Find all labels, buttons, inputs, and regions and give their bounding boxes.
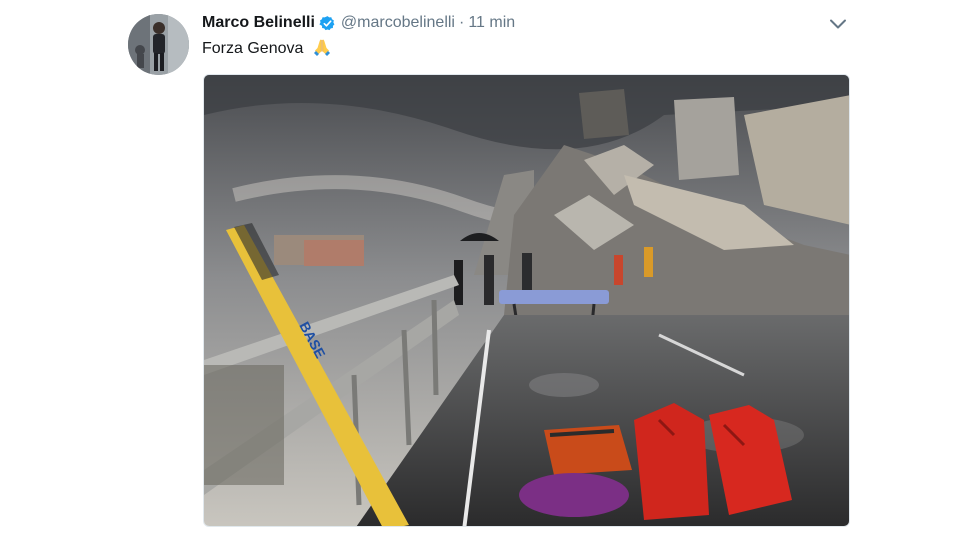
header-separator: · — [458, 14, 465, 31]
folded-hands-emoji — [312, 38, 332, 56]
author-handle[interactable]: @marcobelinelli — [341, 14, 455, 32]
chevron-down-icon[interactable] — [829, 17, 847, 29]
tweet-card[interactable]: Marco Belinelli @marcobelinelli · 11 min… — [0, 0, 978, 543]
tweet-text: Forza Genova — [202, 38, 332, 58]
verified-badge-icon — [319, 15, 336, 32]
avatar[interactable] — [128, 14, 189, 75]
tweet-header: Marco Belinelli @marcobelinelli · 11 min — [202, 13, 515, 33]
tweet-timestamp[interactable]: 11 min — [468, 14, 515, 32]
author-name[interactable]: Marco Belinelli — [202, 14, 315, 32]
tweet-photo[interactable]: BASE — [203, 74, 850, 527]
tweet-text-content: Forza Genova — [202, 40, 304, 57]
